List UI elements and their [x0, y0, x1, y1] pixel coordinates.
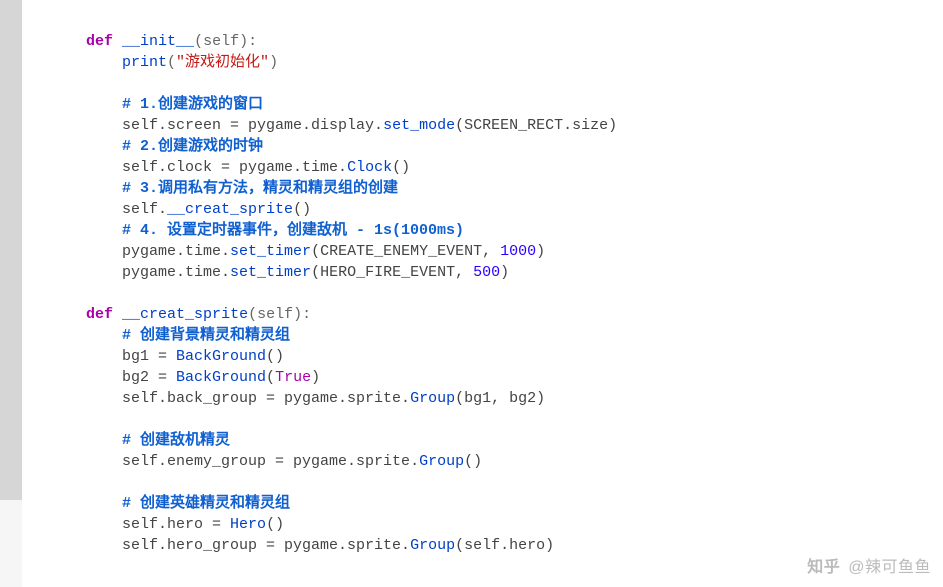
code-line: # 创建敌机精灵: [50, 432, 230, 449]
code-line: bg1 = BackGround(): [50, 348, 284, 365]
code-line: self.back_group = pygame.sprite.Group(bg…: [50, 390, 545, 407]
code-line: # 创建背景精灵和精灵组: [50, 327, 290, 344]
code-line: # 2.创建游戏的时钟: [50, 138, 263, 155]
editor-gutter: [0, 0, 22, 500]
code-line: self.hero_group = pygame.sprite.Group(se…: [50, 537, 554, 554]
code-line: self.screen = pygame.display.set_mode(SC…: [50, 117, 617, 134]
code-line: # 1.创建游戏的窗口: [50, 96, 263, 113]
code-line: # 4. 设置定时器事件，创建敌机 - 1s(1000ms): [50, 222, 464, 239]
code-line: bg2 = BackGround(True): [50, 369, 320, 386]
code-line: pygame.time.set_timer(CREATE_ENEMY_EVENT…: [50, 243, 545, 260]
code-line: def __creat_sprite(self):: [50, 306, 311, 323]
watermark: 知乎 @辣可鱼鱼: [807, 557, 931, 579]
code-line: self.clock = pygame.time.Clock(): [50, 159, 410, 176]
code-line: self.__creat_sprite(): [50, 201, 311, 218]
code-line: self.hero = Hero(): [50, 516, 284, 533]
code-line: self.enemy_group = pygame.sprite.Group(): [50, 453, 482, 470]
zhihu-logo: 知乎: [807, 559, 840, 576]
watermark-author: @辣可鱼鱼: [848, 559, 931, 576]
code-line: print("游戏初始化"): [50, 54, 278, 71]
code-line: pygame.time.set_timer(HERO_FIRE_EVENT, 5…: [50, 264, 509, 281]
code-line: # 创建英雄精灵和精灵组: [50, 495, 290, 512]
code-line: # 3.调用私有方法，精灵和精灵组的创建: [50, 180, 398, 197]
code-editor: def __init__(self): print("游戏初始化") # 1.创…: [22, 0, 943, 587]
code-line: def __init__(self):: [50, 33, 257, 50]
